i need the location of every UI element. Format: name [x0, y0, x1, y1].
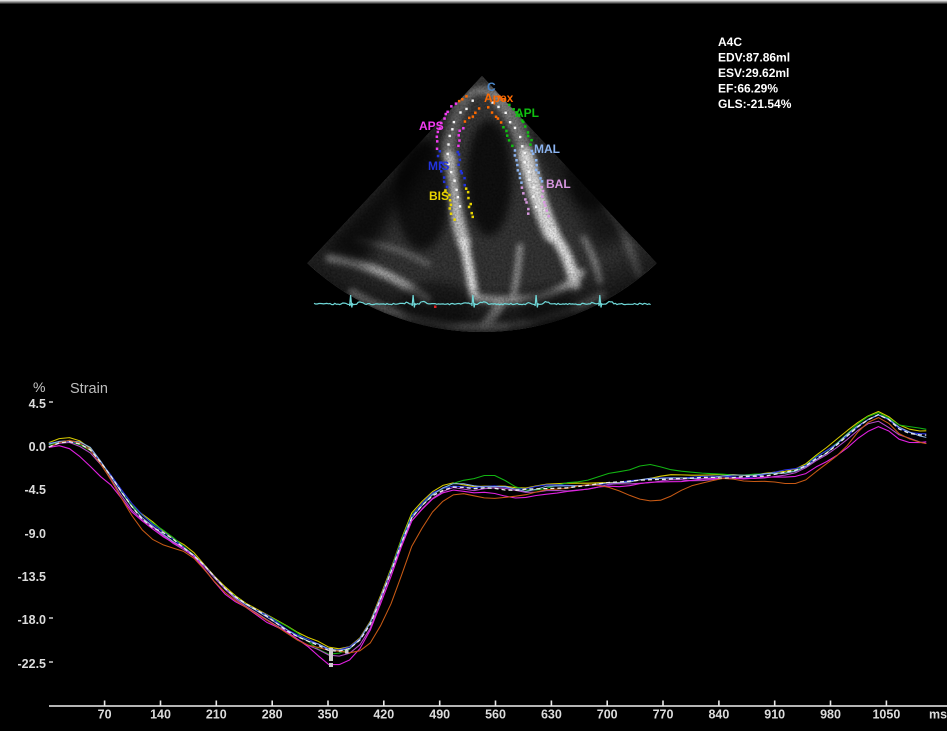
svg-text:GLS:-21.54%: GLS:-21.54%	[718, 97, 792, 111]
svg-text:%: %	[33, 379, 45, 395]
svg-text:MAL: MAL	[534, 142, 560, 156]
svg-text:-22.5: -22.5	[18, 657, 47, 671]
svg-text:-9.0: -9.0	[24, 527, 46, 541]
svg-text:770: 770	[653, 708, 674, 722]
svg-text:0.0: 0.0	[29, 440, 46, 454]
svg-text:APS: APS	[419, 119, 444, 133]
svg-text:ms: ms	[929, 708, 947, 722]
svg-text:490: 490	[429, 708, 450, 722]
svg-text:EF:66.29%: EF:66.29%	[718, 82, 778, 96]
svg-text:APL: APL	[515, 106, 539, 120]
svg-text:Strain: Strain	[70, 381, 108, 397]
svg-text:210: 210	[206, 708, 227, 722]
svg-text:560: 560	[485, 708, 506, 722]
svg-text:1050: 1050	[872, 708, 900, 722]
svg-text:280: 280	[262, 708, 283, 722]
svg-text:980: 980	[820, 708, 841, 722]
svg-text:BIS: BIS	[429, 189, 449, 203]
svg-text:A4C: A4C	[718, 35, 742, 49]
svg-text:-4.5: -4.5	[24, 483, 46, 497]
svg-text:350: 350	[318, 708, 339, 722]
svg-text:140: 140	[150, 708, 171, 722]
svg-text:420: 420	[373, 708, 394, 722]
svg-text:70: 70	[98, 708, 112, 722]
svg-text:-18.0: -18.0	[18, 613, 47, 627]
svg-text:MIS: MIS	[428, 159, 449, 173]
svg-text:ESV:29.62ml: ESV:29.62ml	[718, 66, 789, 80]
svg-text:840: 840	[708, 708, 729, 722]
svg-text:Apex: Apex	[484, 91, 514, 105]
svg-text:910: 910	[764, 708, 785, 722]
svg-text:-13.5: -13.5	[18, 570, 47, 584]
svg-text:EDV:87.86ml: EDV:87.86ml	[718, 51, 790, 65]
svg-text:4.5: 4.5	[29, 397, 46, 411]
svg-text:700: 700	[597, 708, 618, 722]
svg-text:630: 630	[541, 708, 562, 722]
svg-text:BAL: BAL	[546, 177, 571, 191]
